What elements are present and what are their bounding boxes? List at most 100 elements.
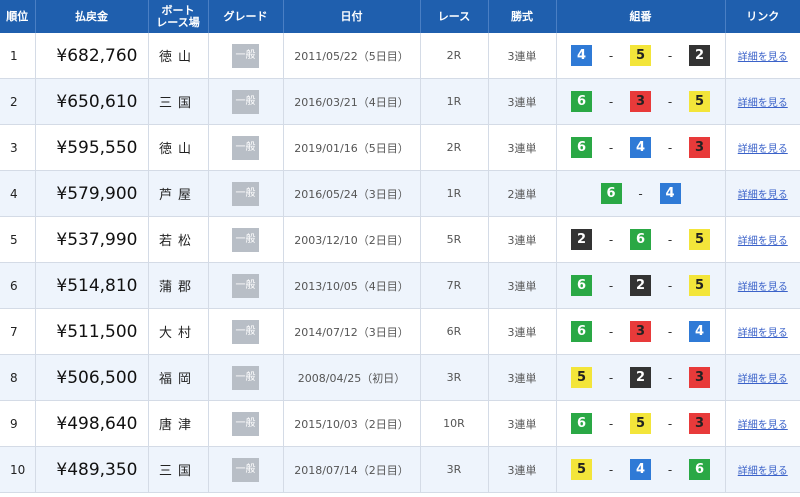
- venue-cell: 三国: [148, 78, 209, 125]
- race-cell: 3R: [420, 446, 489, 493]
- payout-cell: ¥650,610: [35, 78, 149, 125]
- race-cell: 5R: [420, 216, 489, 263]
- date-cell: 2011/05/22（5日目）: [283, 33, 421, 79]
- combination: 6 - 3 - 5: [557, 91, 725, 112]
- venue-cell: 大村: [148, 308, 209, 355]
- bet-type-cell: 3連単: [488, 216, 557, 263]
- rank-cell: 8: [0, 354, 36, 401]
- grade-badge: 一般: [232, 135, 259, 160]
- boat-number-badge: 3: [630, 91, 651, 112]
- combination-separator: -: [608, 462, 614, 477]
- boat-number-badge: 5: [689, 275, 710, 296]
- boat-number-badge: 6: [571, 275, 592, 296]
- header-rank: 順位: [0, 0, 36, 33]
- boat-number-badge: 4: [659, 183, 681, 204]
- bet-type-cell: 3連単: [488, 124, 557, 171]
- combination-cell: 6 - 2 - 5: [556, 262, 726, 309]
- grade-cell: 一般: [208, 400, 284, 447]
- bet-type-cell: 3連単: [488, 33, 557, 79]
- rank-cell: 10: [0, 446, 36, 493]
- detail-link[interactable]: 詳細を見る: [738, 236, 788, 247]
- date-cell: 2016/05/24（3日目）: [283, 170, 421, 217]
- detail-link[interactable]: 詳細を見る: [738, 282, 788, 293]
- payout-ranking-table: 順位 払戻金 ボート レース場 グレード 日付 レース 勝式 組番 リンク 1 ¥…: [0, 0, 800, 493]
- venue-cell: 唐津: [148, 400, 209, 447]
- combination-separator: -: [667, 232, 673, 247]
- combination-separator: -: [608, 94, 614, 109]
- combination: 6 - 4 - 3: [557, 137, 725, 158]
- boat-number-badge: 5: [571, 459, 592, 480]
- payout-cell: ¥595,550: [35, 124, 149, 171]
- combination: 6 - 3 - 4: [557, 321, 725, 342]
- boat-number-badge: 2: [571, 229, 592, 250]
- table-row: 1 ¥682,760 徳山 一般 2011/05/22（5日目） 2R 3連単 4 - 5 - 2 詳細…: [0, 33, 800, 79]
- payout-cell: ¥579,900: [35, 170, 149, 217]
- race-cell: 10R: [420, 400, 489, 447]
- combination: 2 - 6 - 5: [557, 229, 725, 250]
- header-venue: ボート レース場: [148, 0, 209, 33]
- grade-badge: 一般: [232, 411, 259, 436]
- combination-cell: 5 - 2 - 3: [556, 354, 726, 401]
- venue-cell: 若松: [148, 216, 209, 263]
- combination: 5 - 2 - 3: [557, 367, 725, 388]
- combination-cell: 4 - 5 - 2: [556, 33, 726, 79]
- date-cell: 2013/10/05（4日目）: [283, 262, 421, 309]
- link-cell: 詳細を見る: [725, 262, 800, 309]
- table-row: 5 ¥537,990 若松 一般 2003/12/10（2日目） 5R 3連単 2-6-5 詳細…: [0, 216, 800, 263]
- detail-link[interactable]: 詳細を見る: [738, 98, 788, 109]
- detail-link[interactable]: 詳細を見る: [738, 144, 788, 155]
- race-cell: 2R: [420, 124, 489, 171]
- rank-cell: 4: [0, 170, 36, 217]
- combination-separator: -: [608, 232, 614, 247]
- grade-badge: 一般: [232, 43, 259, 68]
- table-header-row: 順位 払戻金 ボート レース場 グレード 日付 レース 勝式 組番 リンク: [0, 0, 800, 33]
- link-cell: 詳細を見る: [725, 400, 800, 447]
- detail-link[interactable]: 詳細を見る: [738, 190, 788, 201]
- combination-separator: -: [667, 48, 673, 63]
- venue-cell: 芦屋: [148, 170, 209, 217]
- detail-link[interactable]: 詳細を見る: [738, 328, 788, 339]
- boat-number-badge: 6: [571, 413, 592, 434]
- link-cell: 詳細を見る: [725, 446, 800, 493]
- payout-cell: ¥511,500: [35, 308, 149, 355]
- date-cell: 2016/03/21（4日目）: [283, 78, 421, 125]
- header-race: レース: [420, 0, 489, 33]
- table-row: 8 ¥506,500 福岡 一般 2008/04/25（初日） 3R 3連単 5 - 2 - 3 詳細を…: [0, 354, 800, 401]
- grade-badge: 一般: [232, 457, 259, 482]
- boat-number-badge: 6: [571, 137, 592, 158]
- combination-separator: -: [667, 324, 673, 339]
- rank-cell: 5: [0, 216, 36, 263]
- boat-number-badge: 3: [689, 137, 710, 158]
- table-row: 2 ¥650,610 三国 一般 2016/03/21（4日目） 1R 3連単 6 - 3 - 5 詳細…: [0, 78, 800, 125]
- combination-separator: -: [608, 416, 614, 431]
- rank-cell: 6: [0, 262, 36, 309]
- boat-number-badge: 6: [689, 459, 710, 480]
- boat-number-badge: 3: [630, 321, 651, 342]
- detail-link[interactable]: 詳細を見る: [738, 420, 788, 431]
- detail-link[interactable]: 詳細を見る: [738, 52, 788, 63]
- boat-number-badge: 3: [689, 367, 710, 388]
- boat-number-badge: 5: [689, 91, 710, 112]
- grade-cell: 一般: [208, 354, 284, 401]
- table-row: 9 ¥498,640 唐津 一般 2015/10/03（2日目） 10R 3連単 6 - 5 - 3 詳…: [0, 400, 800, 447]
- boat-number-badge: 6: [571, 321, 592, 342]
- combination-separator: -: [608, 140, 614, 155]
- combination: 6 - 4: [557, 183, 725, 204]
- combination: 6 - 2 - 5: [557, 275, 725, 296]
- header-bet-type: 勝式: [488, 0, 557, 33]
- combination-separator: -: [667, 278, 673, 293]
- boat-number-badge: 5: [571, 367, 592, 388]
- bet-type-cell: 3連単: [488, 308, 557, 355]
- race-cell: 1R: [420, 170, 489, 217]
- detail-link[interactable]: 詳細を見る: [738, 466, 788, 477]
- rank-cell: 7: [0, 308, 36, 355]
- combination-separator: -: [608, 278, 614, 293]
- boat-number-badge: 5: [630, 413, 651, 434]
- payout-cell: ¥514,810: [35, 262, 149, 309]
- date-cell: 2015/10/03（2日目）: [283, 400, 421, 447]
- boat-number-badge: 2: [630, 275, 651, 296]
- date-cell: 2008/04/25（初日）: [283, 354, 421, 401]
- combination-separator: -: [667, 94, 673, 109]
- detail-link[interactable]: 詳細を見る: [738, 374, 788, 385]
- link-cell: 詳細を見る: [725, 170, 800, 217]
